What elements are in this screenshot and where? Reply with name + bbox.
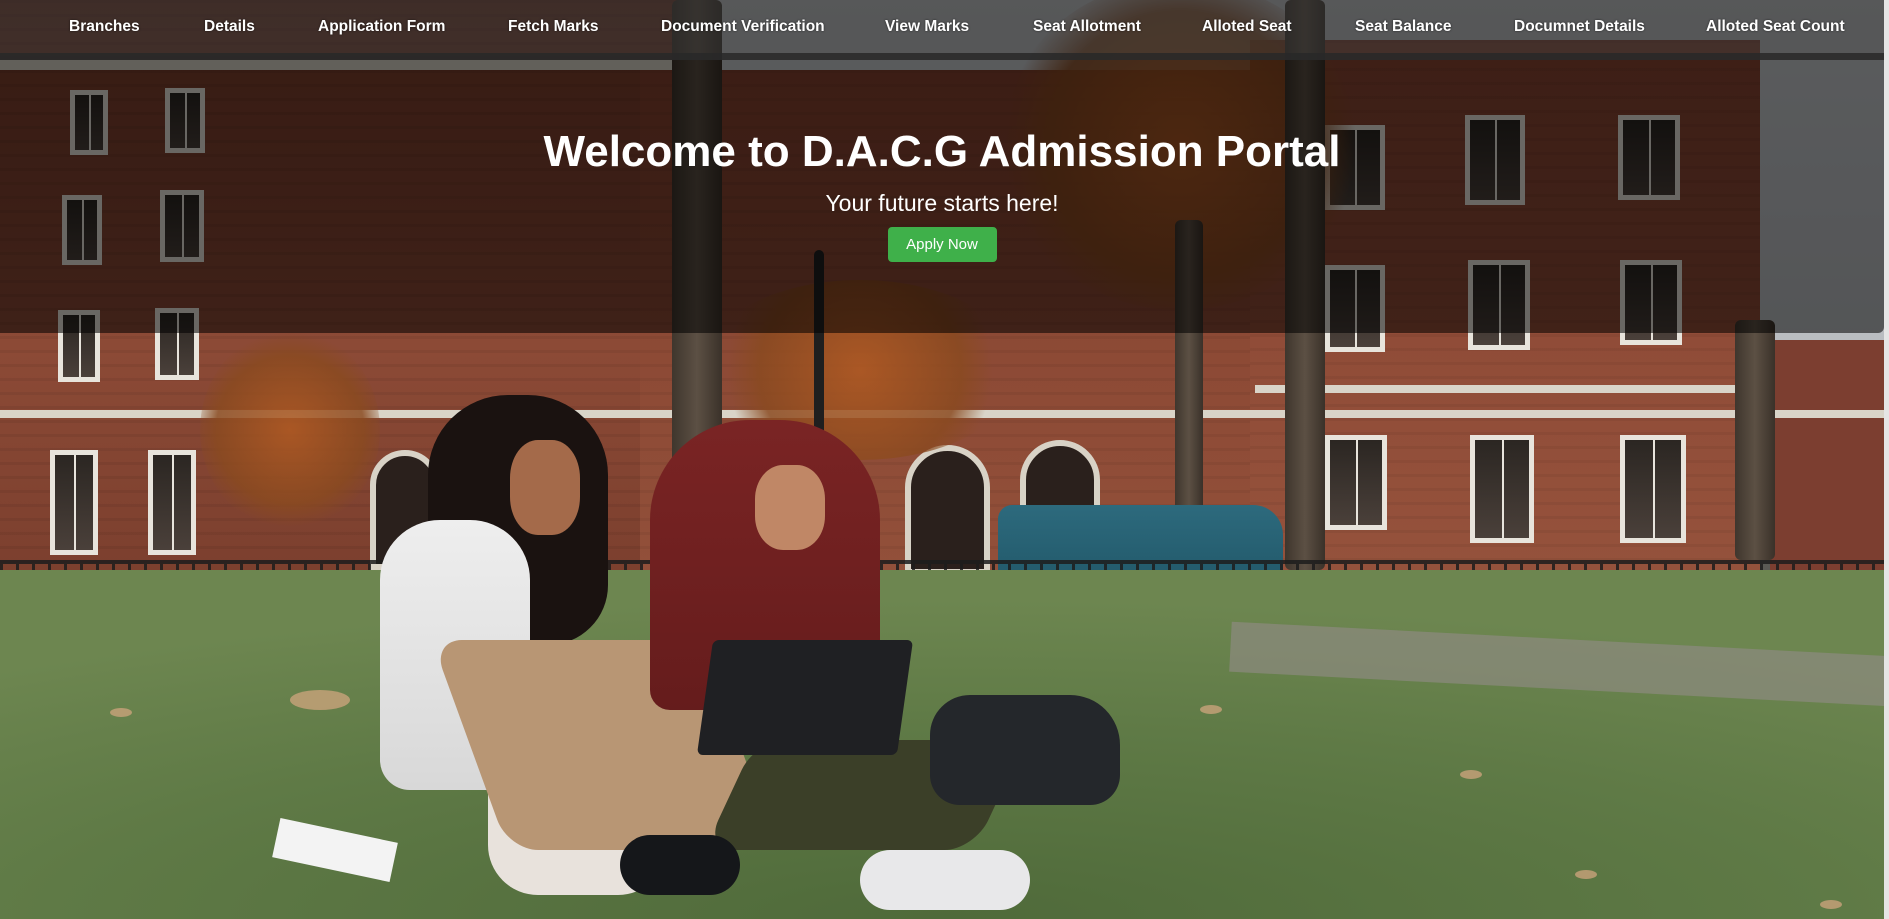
nav-item-fetch-marks[interactable]: Fetch Marks (508, 18, 598, 36)
nav-item-alloted-seat-count[interactable]: Alloted Seat Count (1706, 18, 1845, 36)
person-face (510, 440, 580, 535)
leaf (1200, 705, 1222, 714)
tree-foliage (200, 330, 380, 530)
nav-item-details[interactable]: Details (204, 18, 255, 36)
nav-list: Branches Details Application Form Fetch … (0, 0, 1884, 53)
shoe (620, 835, 740, 895)
window (1325, 435, 1387, 530)
window (148, 450, 196, 555)
nav-item-view-marks[interactable]: View Marks (885, 18, 969, 36)
hero-title: Welcome to D.A.C.G Admission Portal (543, 127, 1341, 176)
leaf (1460, 770, 1482, 779)
apply-now-button[interactable]: Apply Now (887, 227, 997, 262)
nav-item-branches[interactable]: Branches (69, 18, 140, 36)
scrollbar[interactable] (1884, 0, 1889, 919)
window (1620, 435, 1686, 543)
laptop (696, 640, 914, 755)
backpack (930, 695, 1120, 805)
leaf (1575, 870, 1597, 879)
nav-item-document-verification[interactable]: Document Verification (661, 18, 825, 36)
window (50, 450, 98, 555)
navbar: Branches Details Application Form Fetch … (0, 0, 1884, 60)
leaf (290, 690, 350, 710)
nav-item-alloted-seat[interactable]: Alloted Seat (1202, 18, 1292, 36)
nav-item-seat-balance[interactable]: Seat Balance (1355, 18, 1452, 36)
window (1470, 435, 1534, 543)
leaf (1820, 900, 1842, 909)
shoe (860, 850, 1030, 910)
hero-section: Welcome to D.A.C.G Admission Portal Your… (0, 120, 1884, 262)
person-face (755, 465, 825, 550)
leaf (110, 708, 132, 717)
nav-item-application-form[interactable]: Application Form (318, 18, 445, 36)
nav-item-seat-allotment[interactable]: Seat Allotment (1033, 18, 1141, 36)
hero-subtitle: Your future starts here! (825, 190, 1059, 216)
nav-item-document-details[interactable]: Documnet Details (1514, 18, 1645, 36)
building-far (1770, 340, 1889, 580)
tree-trunk (1735, 320, 1775, 560)
cornice (1255, 385, 1755, 393)
archway (905, 445, 990, 575)
